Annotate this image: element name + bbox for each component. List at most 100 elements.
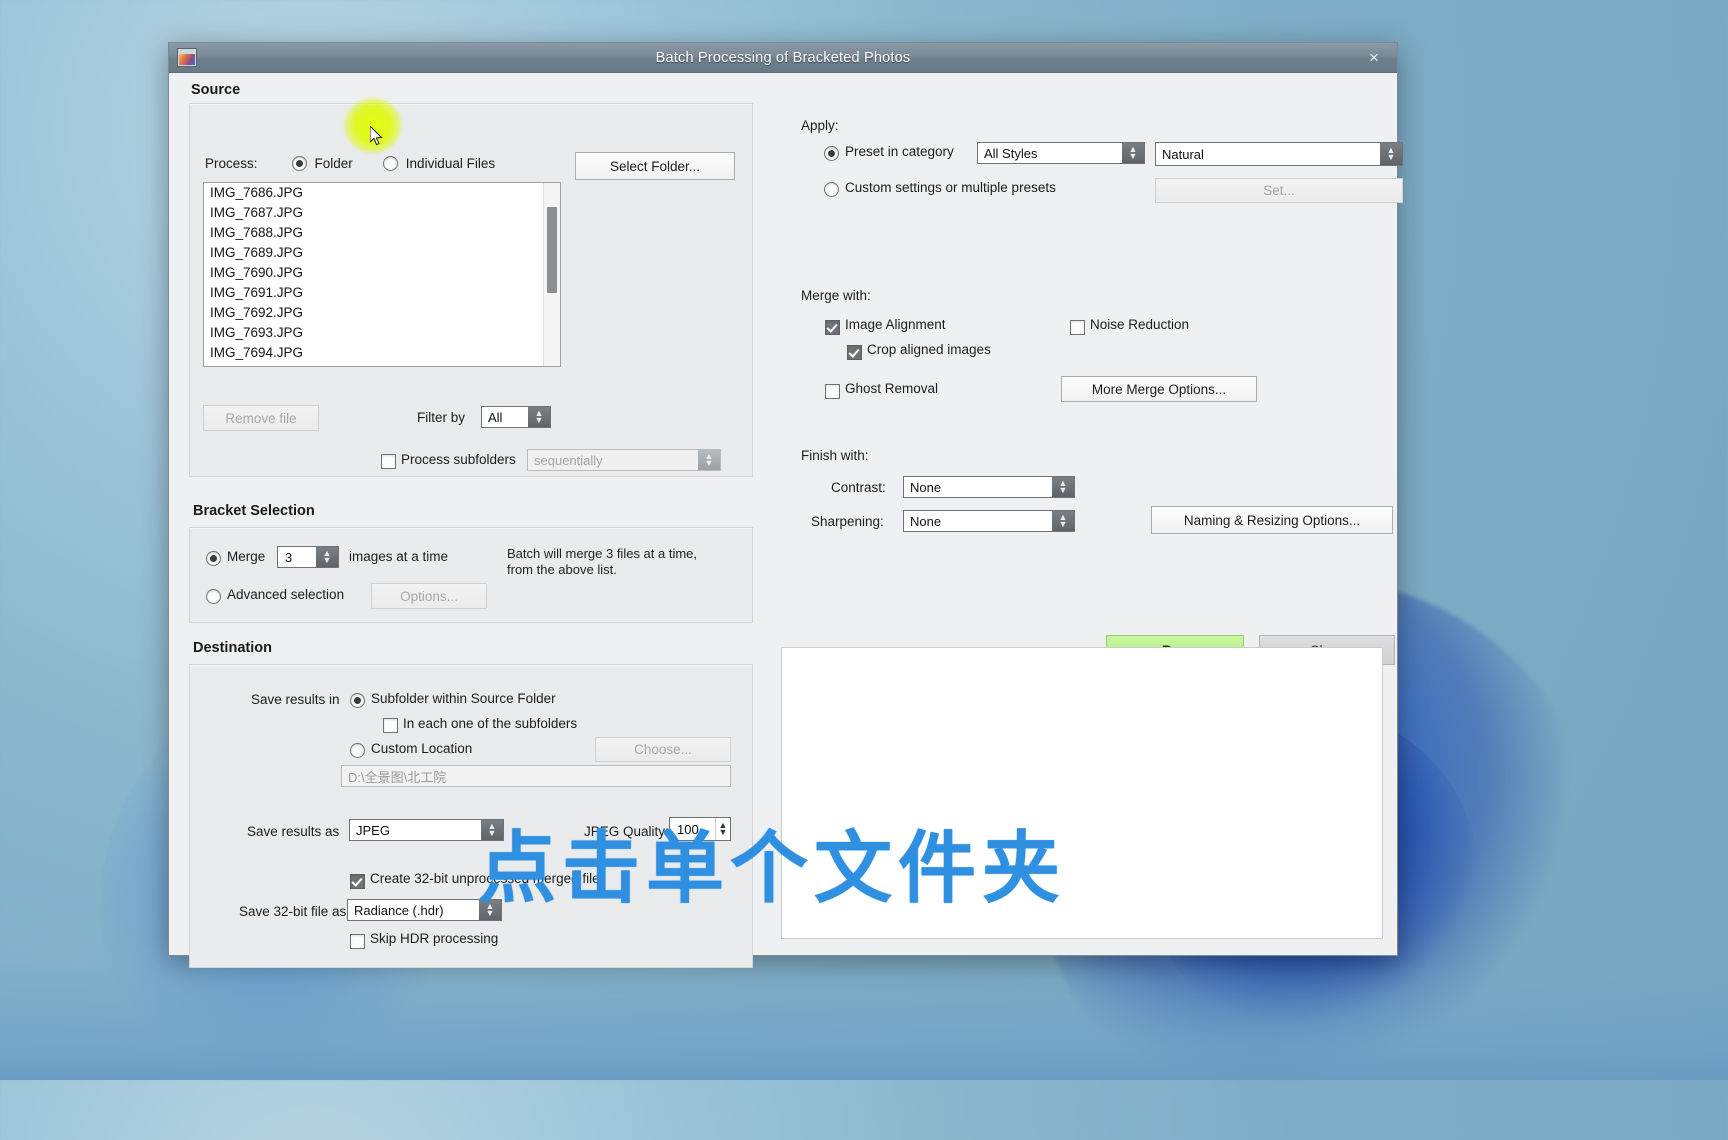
crop-aligned-label: Crop aligned images bbox=[867, 342, 991, 357]
radio-individual-files-label[interactable]: Individual Files bbox=[406, 156, 495, 171]
bracket-group-title: Bracket Selection bbox=[193, 503, 315, 519]
jpeg-quality-value: 100 bbox=[677, 821, 699, 837]
destination-panel bbox=[189, 664, 753, 968]
destination-group-title: Destination bbox=[193, 640, 272, 656]
advanced-selection-label[interactable]: Advanced selection bbox=[227, 587, 344, 602]
bracket-hint-line2: from the above list. bbox=[507, 561, 617, 577]
preset-name-select[interactable]: Natural ▲ ▼ bbox=[1155, 142, 1403, 166]
save-results-as-label: Save results as bbox=[247, 824, 340, 839]
merge-with-section-label: Merge with: bbox=[801, 288, 871, 303]
process-subfolders-order-select[interactable]: sequentially ▲ ▼ bbox=[527, 449, 721, 471]
custom-location-label[interactable]: Custom Location bbox=[371, 741, 472, 756]
filter-by-label: Filter by bbox=[417, 410, 466, 425]
ghost-removal-label: Ghost Removal bbox=[845, 381, 939, 396]
save-32bit-as-value: Radiance (.hdr) bbox=[354, 902, 444, 918]
sharpening-select[interactable]: None ▲ ▼ bbox=[903, 510, 1075, 532]
left-column: Source Process: Folder Individual Files … bbox=[169, 72, 789, 968]
remove-file-button[interactable]: Remove file bbox=[203, 405, 319, 431]
chevron-updown-icon[interactable]: ▲ ▼ bbox=[316, 547, 338, 567]
radio-custom-location[interactable] bbox=[350, 743, 365, 758]
file-list-scrollbar[interactable] bbox=[543, 183, 560, 366]
wallpaper-bottom-band bbox=[0, 960, 1728, 1080]
list-item[interactable]: IMG_7688.JPG bbox=[204, 223, 560, 243]
radio-individual-files[interactable] bbox=[382, 156, 398, 171]
jpeg-quality-label: JPEG Quality: bbox=[584, 824, 669, 839]
naming-resizing-options-button[interactable]: Naming & Resizing Options... bbox=[1151, 506, 1393, 534]
list-item[interactable]: IMG_7687.JPG bbox=[204, 203, 560, 223]
contrast-select[interactable]: None ▲ ▼ bbox=[903, 476, 1075, 498]
list-item[interactable]: IMG_7693.JPG bbox=[204, 323, 560, 343]
list-item[interactable]: IMG_7694.JPG bbox=[204, 343, 560, 363]
batch-processing-window: Batch Processing of Bracketed Photos × S… bbox=[168, 42, 1403, 968]
save-32bit-as-select[interactable]: Radiance (.hdr) ▲ ▼ bbox=[347, 899, 502, 921]
create-32bit-checkbox[interactable] bbox=[350, 874, 365, 889]
chevron-updown-icon[interactable]: ▲ ▼ bbox=[1052, 477, 1074, 497]
radio-subfolder-within-source[interactable] bbox=[350, 693, 365, 708]
create-32bit-label: Create 32-bit unprocessed merged file bbox=[370, 871, 600, 886]
chevron-updown-icon[interactable]: ▲ ▼ bbox=[1380, 143, 1402, 165]
save-results-as-value: JPEG bbox=[356, 822, 390, 838]
radio-folder-label[interactable]: Folder bbox=[315, 156, 353, 171]
contrast-label: Contrast: bbox=[831, 480, 886, 495]
each-subfolder-checkbox[interactable] bbox=[383, 718, 398, 733]
window-titlebar: Batch Processing of Bracketed Photos × bbox=[169, 43, 1397, 73]
chevron-updown-icon[interactable]: ▲ ▼ bbox=[1052, 511, 1074, 531]
skip-hdr-label: Skip HDR processing bbox=[370, 931, 499, 946]
select-folder-button[interactable]: Select Folder... bbox=[575, 152, 735, 180]
list-item[interactable]: IMG_7692.JPG bbox=[204, 303, 560, 323]
save-32bit-as-label: Save 32-bit file as bbox=[239, 904, 347, 919]
file-listbox[interactable]: IMG_7686.JPG IMG_7687.JPG IMG_7688.JPG I… bbox=[203, 182, 561, 367]
finish-with-section-label: Finish with: bbox=[801, 448, 869, 463]
merge-count-stepper[interactable]: 3 ▲ ▼ bbox=[277, 546, 339, 568]
list-item[interactable]: IMG_7691.JPG bbox=[204, 283, 560, 303]
ghost-removal-checkbox[interactable] bbox=[825, 384, 840, 399]
radio-advanced-selection[interactable] bbox=[206, 589, 221, 604]
preset-category-value: All Styles bbox=[984, 145, 1038, 161]
subfolder-within-source-label[interactable]: Subfolder within Source Folder bbox=[371, 691, 556, 706]
image-alignment-checkbox[interactable] bbox=[825, 320, 840, 335]
file-list-scroll-thumb[interactable] bbox=[547, 207, 557, 293]
bracket-hint-line1: Batch will merge 3 files at a time, bbox=[507, 546, 698, 561]
process-subfolders-checkbox[interactable] bbox=[381, 454, 396, 469]
merge-suffix-label: images at a time bbox=[349, 549, 449, 564]
app-icon bbox=[177, 48, 197, 67]
process-subfolders-label: Process subfolders bbox=[401, 452, 516, 467]
close-icon[interactable]: × bbox=[1361, 47, 1387, 69]
radio-custom-settings[interactable] bbox=[824, 182, 839, 197]
preset-category-select[interactable]: All Styles ▲ ▼ bbox=[977, 142, 1145, 164]
custom-location-path-value: D:\全景图\北工院 bbox=[348, 769, 447, 785]
custom-settings-label[interactable]: Custom settings or multiple presets bbox=[845, 180, 1056, 195]
advanced-options-button[interactable]: Options... bbox=[371, 583, 487, 609]
save-results-as-select[interactable]: JPEG ▲ ▼ bbox=[349, 819, 504, 841]
filter-by-value: All bbox=[488, 409, 503, 425]
chevron-updown-icon[interactable]: ▲ ▼ bbox=[1122, 143, 1144, 163]
radio-merge-count[interactable] bbox=[206, 551, 221, 566]
process-subfolders-order-value: sequentially bbox=[534, 452, 603, 468]
radio-preset-in-category[interactable] bbox=[824, 146, 839, 161]
filter-by-select[interactable]: All ▲ ▼ bbox=[481, 406, 551, 428]
apply-section-label: Apply: bbox=[801, 118, 839, 133]
chevron-updown-icon[interactable]: ▲ ▼ bbox=[715, 818, 730, 840]
list-item[interactable]: IMG_7690.JPG bbox=[204, 263, 560, 283]
chevron-updown-icon[interactable]: ▲ ▼ bbox=[479, 900, 501, 920]
custom-settings-set-button[interactable]: Set... bbox=[1155, 178, 1403, 203]
preset-in-category-label: Preset in category bbox=[845, 144, 954, 159]
noise-reduction-checkbox[interactable] bbox=[1070, 320, 1085, 335]
radio-folder[interactable] bbox=[291, 156, 307, 171]
chevron-updown-icon[interactable]: ▲ ▼ bbox=[528, 407, 550, 427]
chevron-updown-icon[interactable]: ▲ ▼ bbox=[698, 450, 720, 470]
list-item[interactable]: IMG_7689.JPG bbox=[204, 243, 560, 263]
source-group-title: Source bbox=[191, 82, 241, 98]
process-row: Process: Folder Individual Files bbox=[205, 156, 495, 171]
jpeg-quality-stepper[interactable]: 100 ▲ ▼ bbox=[669, 817, 731, 841]
chevron-updown-icon[interactable]: ▲ ▼ bbox=[481, 820, 503, 840]
more-merge-options-button[interactable]: More Merge Options... bbox=[1061, 376, 1257, 402]
bracket-hint: Batch will merge 3 files at a time, from… bbox=[507, 546, 727, 578]
choose-folder-button[interactable]: Choose... bbox=[595, 737, 731, 762]
skip-hdr-checkbox[interactable] bbox=[350, 934, 365, 949]
custom-location-path-input[interactable]: D:\全景图\北工院 bbox=[341, 765, 731, 787]
image-alignment-label: Image Alignment bbox=[845, 317, 946, 332]
crop-aligned-checkbox[interactable] bbox=[847, 345, 862, 360]
list-item[interactable]: IMG_7686.JPG bbox=[204, 183, 560, 203]
preset-name-value: Natural bbox=[1162, 146, 1204, 162]
